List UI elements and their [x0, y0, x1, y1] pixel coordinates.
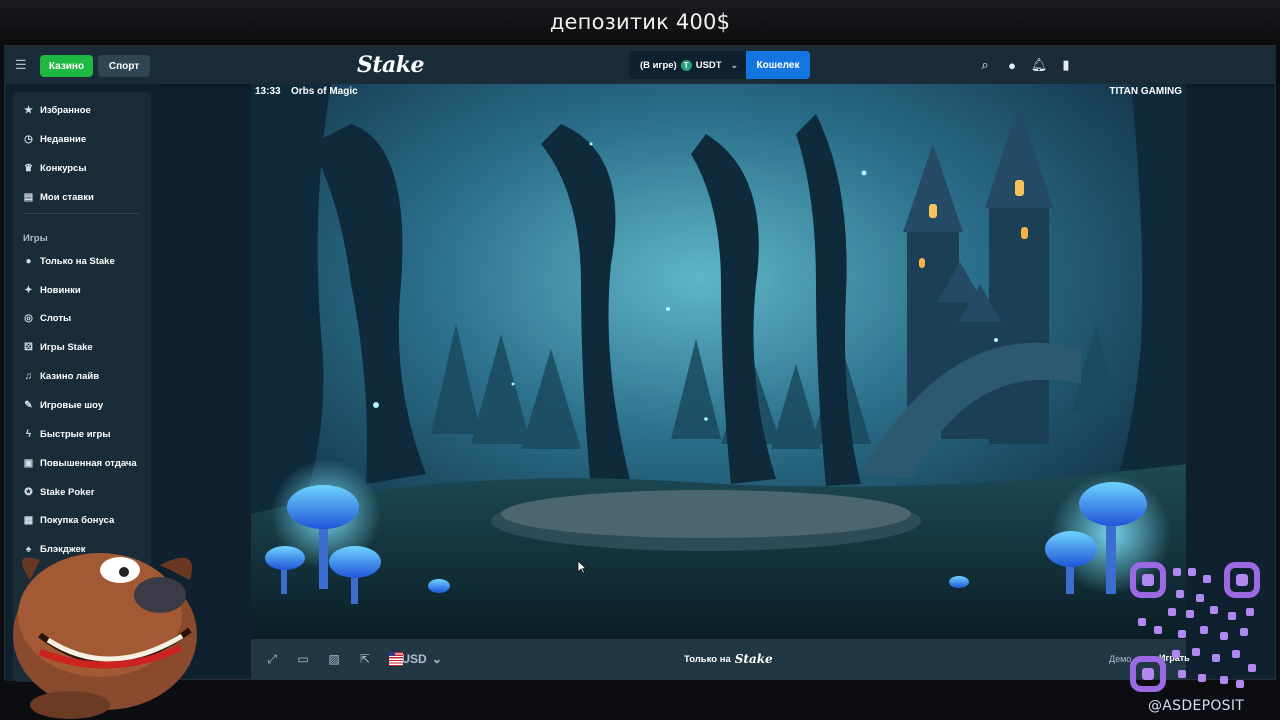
- sidebar-item-quick-games[interactable]: ϟ Быстрые игры: [23, 424, 111, 444]
- stats-icon[interactable]: ▨: [327, 652, 341, 666]
- stake-icon: ●: [25, 255, 32, 267]
- sidebar-item-bonus-buy[interactable]: ▦ Покупка бонуса: [23, 510, 114, 530]
- sidebar-item-label: Повышенная отдача: [40, 457, 137, 469]
- qr-code-image: [1130, 562, 1260, 692]
- sidebar-item-label: Недавние: [40, 133, 87, 145]
- sidebar-item-recent[interactable]: ◷ Недавние: [23, 129, 86, 149]
- trophy-icon: ♛: [24, 162, 33, 174]
- game-control-bar: ⤢ ▭ ▨ ⇱ USD ⌄ Только на Stake Демо Играт…: [251, 639, 1190, 680]
- stake-exclusive-badge: Только на Stake: [684, 652, 773, 666]
- receipt-icon: ▤: [23, 191, 34, 203]
- popout-icon[interactable]: ⇱: [358, 652, 372, 666]
- top-icons: ⌕ ● 🔔︎ ▮: [977, 57, 1074, 73]
- top-navigation: ☰ Казино Спорт Stake (В игре) T USDT ⌄ К…: [5, 46, 1275, 84]
- sidebar-item-stake-poker[interactable]: ✪ Stake Poker: [23, 482, 94, 502]
- game-clock: 13:33: [255, 86, 281, 97]
- sidebar-item-slots[interactable]: ◎ Слоты: [23, 308, 71, 328]
- star-icon: ★: [24, 104, 33, 116]
- stone-platform-top: [501, 490, 911, 538]
- fullscreen-icon[interactable]: ⤢: [265, 652, 279, 666]
- theatre-mode-icon[interactable]: ▭: [296, 652, 310, 666]
- clock-icon: ◷: [24, 133, 33, 145]
- sidebar-item-label: Игровые шоу: [40, 399, 104, 411]
- menu-icon[interactable]: ☰: [15, 58, 29, 72]
- chevron-down-icon: ⌄: [431, 652, 443, 666]
- sidebar-item-stake-games[interactable]: ⚄ Игры Stake: [23, 337, 93, 357]
- sidebar-item-label: Быстрые игры: [40, 428, 111, 440]
- sidebar-item-favorites[interactable]: ★ Избранное: [23, 100, 91, 120]
- poker-chip-icon: ✪: [24, 486, 33, 498]
- streamer-dog-mascot: [13, 553, 197, 719]
- stream-title: депозитик 400$: [549, 10, 731, 34]
- bell-icon[interactable]: 🔔︎: [1031, 57, 1048, 73]
- currency-selector[interactable]: USD ⌄: [389, 652, 444, 666]
- sidebar-item-contests[interactable]: ♛ Конкурсы: [23, 158, 86, 178]
- balance-currency: USDT: [695, 59, 722, 71]
- us-flag-icon: [389, 652, 403, 666]
- stream-header: депозитик 400$: [0, 0, 1280, 44]
- sidebar-divider: [23, 213, 139, 214]
- stake-exclusive-label: Только на: [684, 653, 731, 665]
- gift-icon: ▦: [23, 514, 34, 526]
- mouse-cursor-icon: [577, 560, 587, 574]
- bolt-icon: ϟ: [25, 428, 32, 440]
- channel-watermark: @ASDEPOSIT: [1148, 698, 1245, 714]
- sidebar-toggle-icon[interactable]: ▮: [1058, 57, 1074, 73]
- stake-mini-logo: Stake: [734, 652, 773, 666]
- game-scene: [251, 84, 1186, 639]
- sidebar-item-stake-only[interactable]: ● Только на Stake: [23, 251, 115, 271]
- sidebar-item-game-shows[interactable]: ✎ Игровые шоу: [23, 395, 103, 415]
- sidebar-item-label: Покупка бонуса: [40, 514, 115, 526]
- currency-label: USD: [401, 652, 427, 666]
- game-provider: TITAN GAMING: [1109, 86, 1182, 97]
- sidebar-item-label: Только на Stake: [40, 255, 115, 267]
- balance-label: (В игре): [640, 59, 677, 71]
- user-icon[interactable]: ●: [1004, 57, 1020, 73]
- casino-tab[interactable]: Казино: [40, 55, 93, 77]
- sidebar-games-heading: Игры: [23, 233, 48, 244]
- balance-selector[interactable]: (В игре) T USDT ⌄: [629, 51, 746, 79]
- sidebar-item-label: Казино лайв: [40, 370, 100, 382]
- sidebar-item-label: Игры Stake: [40, 341, 93, 353]
- sidebar-item-label: Конкурсы: [40, 162, 87, 174]
- chevron-down-icon: ⌄: [730, 59, 739, 70]
- slots-icon: ◎: [24, 312, 33, 324]
- search-icon[interactable]: ⌕: [977, 57, 993, 73]
- sidebar-item-high-rtp[interactable]: ▣ Повышенная отдача: [23, 453, 137, 473]
- usdt-icon: T: [680, 59, 692, 71]
- game-canvas[interactable]: 13:33 Orbs of Magic TITAN GAMING: [251, 84, 1186, 639]
- chart-icon: ▣: [23, 457, 34, 469]
- game-hud: 13:33 Orbs of Magic TITAN GAMING: [251, 84, 1186, 97]
- sport-tab[interactable]: Спорт: [98, 55, 150, 77]
- dice-icon: ⚄: [24, 341, 33, 353]
- sidebar-item-label: Stake Poker: [40, 486, 95, 498]
- sidebar-item-label: Слоты: [40, 312, 72, 324]
- game-title: Orbs of Magic: [291, 86, 358, 97]
- game-control-icons: ⤢ ▭ ▨ ⇱ USD ⌄: [265, 652, 444, 666]
- mic-icon: ✎: [24, 399, 33, 411]
- sparkle-icon: ✦: [24, 284, 33, 296]
- sidebar-item-live-casino[interactable]: ♫ Казино лайв: [23, 366, 99, 386]
- sidebar-item-label: Избранное: [40, 104, 91, 116]
- sidebar-item-label: Мои ставки: [40, 191, 94, 203]
- wallet-button[interactable]: Кошелек: [746, 51, 810, 79]
- stake-logo[interactable]: Stake: [357, 52, 425, 78]
- sidebar-item-my-bets[interactable]: ▤ Мои ставки: [23, 187, 94, 207]
- sidebar-item-label: Новинки: [40, 284, 81, 296]
- sidebar-item-new[interactable]: ✦ Новинки: [23, 280, 81, 300]
- live-icon: ♫: [24, 370, 33, 382]
